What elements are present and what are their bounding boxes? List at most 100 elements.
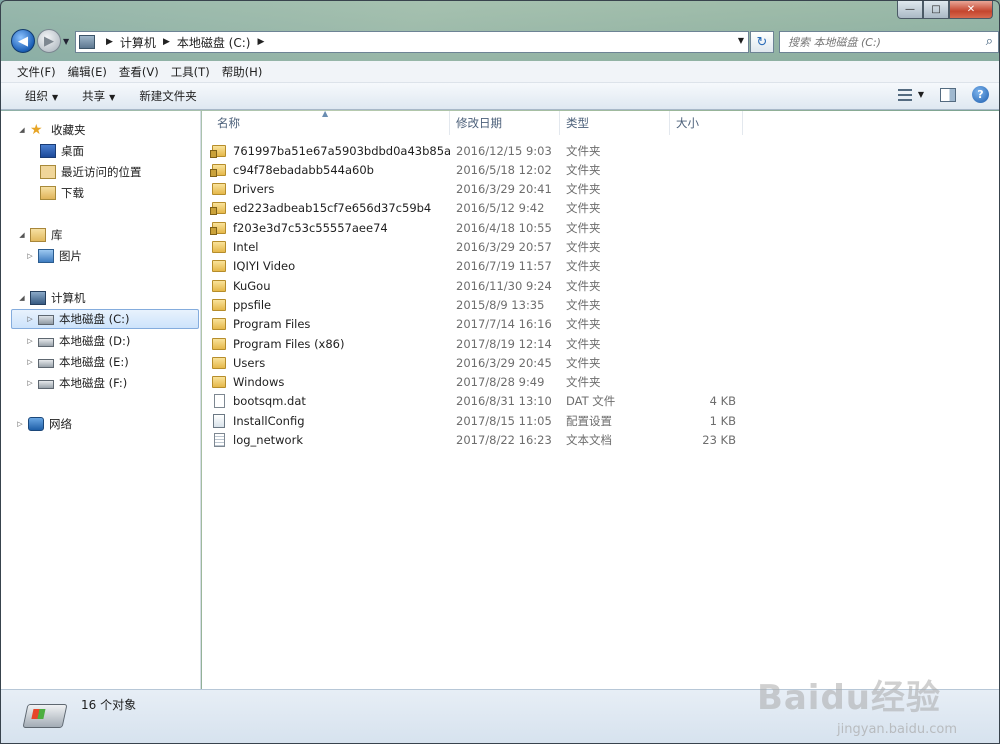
column-headers: ▲ 名称 修改日期 类型 大小 <box>202 109 743 135</box>
chevron-down-icon: ▼ <box>109 93 116 102</box>
menu-view[interactable]: 查看(V) <box>113 64 165 80</box>
file-row[interactable]: KuGou 2016/11/30 9:24 文件夹 <box>212 276 601 295</box>
menu-file[interactable]: 文件(F) <box>11 64 62 80</box>
file-date: 2016/5/12 9:42 <box>456 201 545 216</box>
change-view-button[interactable]: ▼ <box>897 88 924 101</box>
nav-drive-d[interactable]: ▷ 本地磁盘 (D:) <box>25 331 130 351</box>
file-name: c94f78ebadabb544a60b <box>233 162 374 177</box>
nav-drive-c[interactable]: ▷ 本地磁盘 (C:) <box>11 309 199 329</box>
collapsed-arrow-icon[interactable]: ▷ <box>25 337 35 345</box>
file-row[interactable]: Users 2016/3/29 20:45 文件夹 <box>212 353 601 372</box>
file-type: 文件夹 <box>566 297 601 312</box>
collapsed-arrow-icon[interactable]: ▷ <box>25 379 35 387</box>
folder-icon <box>212 260 226 273</box>
expanded-arrow-icon[interactable]: ◢ <box>17 231 27 239</box>
column-header-type[interactable]: 类型 <box>560 111 670 135</box>
file-type: 文件夹 <box>566 375 601 390</box>
file-row[interactable]: ppsfile 2015/8/9 13:35 文件夹 <box>212 295 601 314</box>
expanded-arrow-icon[interactable]: ◢ <box>17 126 27 134</box>
file-name: Drivers <box>233 182 275 197</box>
breadcrumb-computer[interactable]: 计算机 <box>120 34 156 51</box>
watermark-logo: Baidu经验 <box>756 678 941 718</box>
menu-tools[interactable]: 工具(T) <box>165 64 216 80</box>
search-input[interactable] <box>788 35 968 49</box>
help-icon[interactable]: ? <box>972 86 989 103</box>
expanded-arrow-icon[interactable]: ◢ <box>17 294 27 302</box>
recent-pages-dropdown[interactable]: ▼ <box>63 37 69 46</box>
file-row[interactable]: Program Files (x86) 2017/8/19 12:14 文件夹 <box>212 334 601 353</box>
file-row[interactable]: f203e3d7c53c55557aee74 2016/4/18 10:55 文件夹 <box>210 218 601 237</box>
collapsed-arrow-icon[interactable]: ▷ <box>15 420 25 428</box>
search-icon[interactable]: ⌕ <box>986 34 993 49</box>
new-folder-button[interactable]: 新建文件夹 <box>131 88 205 104</box>
pictures-icon <box>38 249 54 263</box>
share-label: 共享 <box>82 89 106 103</box>
drive-icon <box>38 359 54 368</box>
file-name: Intel <box>233 240 259 254</box>
nav-favorites[interactable]: ◢ ★ 收藏夹 <box>17 120 85 140</box>
forward-button[interactable]: ▶ <box>37 29 61 53</box>
file-row[interactable]: 761997ba51e67a5903bdbd0a43b85a 2016/12/15… <box>210 141 601 160</box>
column-header-date[interactable]: 修改日期 <box>450 111 560 135</box>
minimize-button[interactable]: — <box>897 1 923 19</box>
file-row[interactable]: log_network 2017/8/22 16:23 文本文档 23 KB <box>212 431 736 450</box>
computer-icon <box>79 35 95 49</box>
nav-label: 本地磁盘 (C:) <box>59 312 130 326</box>
column-header-size[interactable]: 大小 <box>670 111 743 135</box>
refresh-button[interactable]: ↻ <box>750 31 774 53</box>
file-type: 文件夹 <box>566 182 601 197</box>
file-row[interactable]: Intel 2016/3/29 20:57 文件夹 <box>212 238 601 257</box>
organize-button[interactable]: 组织 ▼ <box>17 88 66 104</box>
preview-pane-icon[interactable] <box>940 87 956 102</box>
search-box[interactable]: ⌕ <box>779 31 999 53</box>
folder-icon <box>212 318 226 331</box>
file-type: 文件夹 <box>566 278 601 293</box>
folder-icon <box>212 376 226 389</box>
file-row[interactable]: IQIYI Video 2016/7/19 11:57 文件夹 <box>212 257 601 276</box>
nav-drive-e[interactable]: ▷ 本地磁盘 (E:) <box>25 352 128 372</box>
file-type: 文件夹 <box>566 336 601 351</box>
maximize-button[interactable]: □ <box>923 1 949 19</box>
drive-icon <box>22 704 68 728</box>
file-row[interactable]: c94f78ebadabb544a60b 2016/5/18 12:02 文件夹 <box>210 160 601 179</box>
file-date: 2016/8/31 13:10 <box>456 394 552 409</box>
address-bar[interactable]: ▶ 计算机 ▶ 本地磁盘 (C:) ▶ ▼ <box>75 31 749 53</box>
share-button[interactable]: 共享 ▼ <box>74 88 123 104</box>
nav-computer[interactable]: ◢ 计算机 <box>17 288 86 308</box>
collapsed-arrow-icon[interactable]: ▷ <box>25 252 35 260</box>
address-dropdown-icon[interactable]: ▼ <box>738 36 744 45</box>
column-header-name[interactable]: ▲ 名称 <box>202 109 450 135</box>
file-row[interactable]: Drivers 2016/3/29 20:41 文件夹 <box>212 180 601 199</box>
sort-ascending-icon: ▲ <box>322 109 329 118</box>
close-button[interactable]: ✕ <box>949 1 993 19</box>
watermark-url: jingyan.baidu.com <box>837 722 957 737</box>
nav-downloads[interactable]: 下载 <box>27 183 84 203</box>
nav-desktop[interactable]: 桌面 <box>27 141 84 161</box>
nav-libraries[interactable]: ◢ 库 <box>17 225 63 245</box>
menu-help[interactable]: 帮助(H) <box>216 64 269 80</box>
chevron-down-icon: ▼ <box>917 90 924 99</box>
nav-label: 网络 <box>49 417 72 431</box>
breadcrumb-drive-c[interactable]: 本地磁盘 (C:) <box>177 34 251 51</box>
menu-edit[interactable]: 编辑(E) <box>62 64 113 80</box>
file-type: 文本文档 <box>566 433 612 447</box>
file-row[interactable]: Program Files 2017/7/14 16:16 文件夹 <box>212 315 601 334</box>
chevron-right-icon[interactable]: ▶ <box>163 37 170 47</box>
chevron-right-icon[interactable]: ▶ <box>257 37 264 47</box>
file-date: 2016/3/29 20:45 <box>456 355 552 370</box>
file-name: ppsfile <box>233 297 272 312</box>
collapsed-arrow-icon[interactable]: ▷ <box>25 315 35 323</box>
nav-drive-f[interactable]: ▷ 本地磁盘 (F:) <box>25 373 127 393</box>
file-row[interactable]: bootsqm.dat 2016/8/31 13:10 DAT 文件 4 KB <box>212 392 736 411</box>
downloads-icon <box>40 186 56 200</box>
back-button[interactable]: ◀ <box>11 29 35 53</box>
chevron-right-icon[interactable]: ▶ <box>106 37 113 47</box>
file-row[interactable]: Windows 2017/8/28 9:49 文件夹 <box>212 373 601 392</box>
nav-recent-places[interactable]: 最近访问的位置 <box>27 162 142 182</box>
arrow-right-icon: ▶ <box>44 33 54 49</box>
file-row[interactable]: InstallConfig 2017/8/15 11:05 配置设置 1 KB <box>212 411 736 430</box>
file-row[interactable]: ed223adbeab15cf7e656d37c59b4 2016/5/12 9:… <box>210 199 601 218</box>
nav-pictures[interactable]: ▷ 图片 <box>25 246 82 266</box>
nav-network[interactable]: ▷ 网络 <box>15 414 72 434</box>
collapsed-arrow-icon[interactable]: ▷ <box>25 358 35 366</box>
